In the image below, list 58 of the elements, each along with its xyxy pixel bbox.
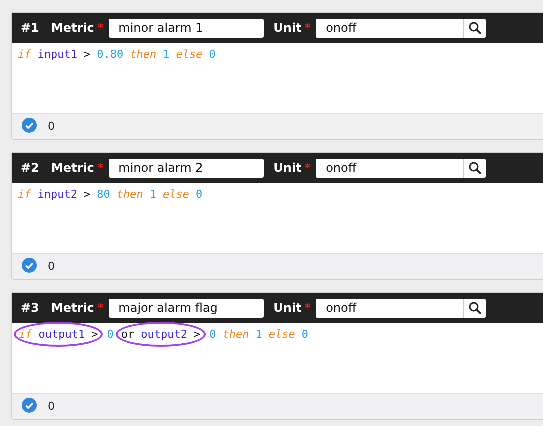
operator: > (92, 328, 98, 341)
metric-field[interactable]: minor alarm 1 (108, 18, 264, 38)
required-mark: * (97, 21, 104, 35)
unit-field[interactable]: onoff (316, 298, 486, 318)
keyword: then (116, 188, 144, 201)
unit-field[interactable]: onoff (316, 18, 486, 38)
operator: > (84, 48, 91, 61)
variable-name: output1 (38, 328, 86, 341)
unit-label: Unit (274, 301, 302, 315)
unit-field[interactable]: onoff (316, 158, 486, 178)
required-mark: * (304, 301, 312, 315)
operator: > (84, 188, 91, 201)
number: 0 (210, 328, 216, 341)
unit-label: Unit (274, 21, 302, 35)
number: 1 (150, 188, 156, 201)
number: 1 (163, 48, 170, 61)
formula-number: #3 (21, 301, 40, 315)
required-mark: * (304, 161, 312, 175)
result-value: 0 (48, 260, 55, 273)
number: 0 (302, 328, 308, 341)
metric-label: Metric (51, 21, 94, 35)
metric-label: Metric (51, 301, 94, 315)
variable-name: input1 (38, 48, 78, 61)
required-mark: * (97, 161, 104, 175)
code-editor[interactable]: if input1 > 0.80 then 1 else 0 (12, 43, 543, 113)
keyword: if (18, 188, 32, 201)
operator: or (121, 328, 135, 341)
search-icon (468, 162, 482, 174)
number: 80 (97, 188, 110, 201)
number: 0.80 (97, 48, 124, 61)
keyword: then (130, 48, 157, 61)
result-value: 0 (48, 120, 55, 133)
metric-field[interactable]: major alarm flag (108, 298, 264, 318)
required-mark: * (304, 21, 312, 35)
required-mark: * (97, 301, 104, 315)
metric-field[interactable]: minor alarm 2 (108, 158, 264, 178)
search-icon (468, 302, 482, 314)
variable-name: input2 (38, 188, 78, 201)
metric-label: Metric (51, 161, 94, 175)
keyword: else (163, 188, 190, 201)
keyword: else (176, 48, 203, 61)
formula-number: #1 (21, 21, 40, 35)
number: 0 (196, 188, 203, 201)
unit-label: Unit (274, 161, 302, 175)
variable-name: output2 (141, 328, 188, 341)
operator: > (194, 328, 201, 341)
number: 1 (256, 328, 262, 341)
code-editor[interactable]: if input2 > 80 then 1 else 0 (12, 183, 543, 253)
search-icon (468, 22, 482, 34)
keyword: else (268, 328, 296, 341)
keyword: if (19, 328, 32, 341)
formula-number: #2 (21, 161, 40, 175)
code-editor[interactable]: if output1 > 0 or output2 > 0 then 1 else 0 (12, 323, 543, 393)
keyword: then (222, 328, 250, 341)
number: 0 (107, 328, 114, 341)
keyword: if (18, 48, 32, 61)
number: 0 (209, 48, 216, 61)
result-value: 0 (48, 400, 55, 413)
